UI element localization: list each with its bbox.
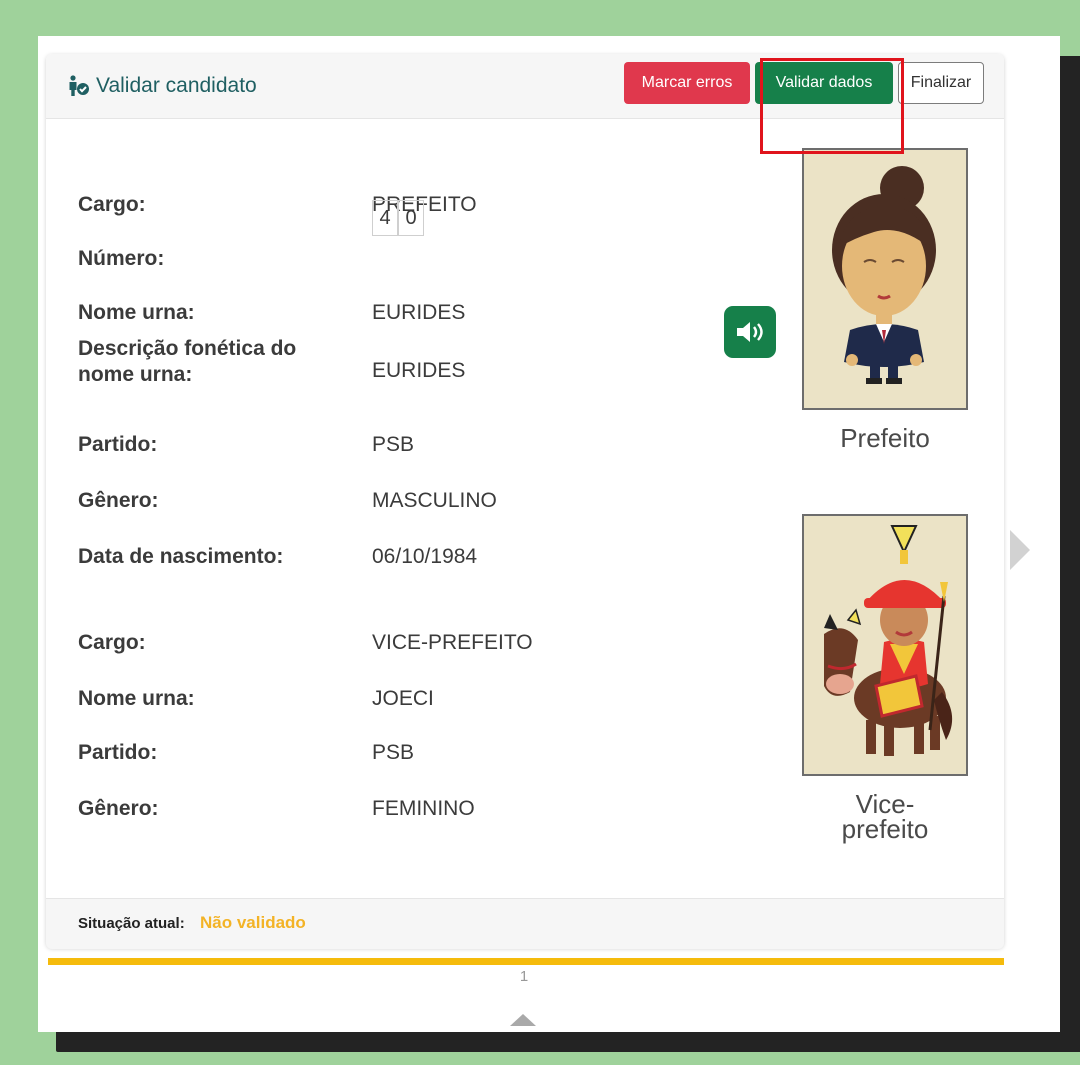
data-nascimento-value: 06/10/1984 (372, 545, 478, 568)
mayor-photo-caption: Prefeito (840, 423, 930, 453)
data-nascimento-label: Data de nascimento: (78, 545, 284, 568)
card-footer: Situação atual: Não validado (46, 898, 1004, 949)
status-label: Situação atual: (78, 915, 185, 932)
play-audio-button[interactable] (724, 306, 776, 358)
vice-nome-urna-label: Nome urna: (78, 687, 195, 710)
vice-nome-urna-value: JOECI (372, 687, 434, 710)
vice-genero-label: Gênero: (78, 797, 159, 820)
page-number[interactable]: 1 (512, 968, 536, 985)
cargo-label: Cargo: (78, 193, 146, 216)
volume-icon (737, 322, 763, 342)
mayor-avatar-illustration (804, 150, 966, 408)
page-title: Validar candidato (66, 72, 257, 100)
vice-genero-value: FEMININO (372, 797, 475, 820)
progress-bar (48, 958, 1004, 965)
nome-urna-value: EURIDES (372, 301, 466, 324)
vice-partido-value: PSB (372, 741, 415, 764)
numero-digit: 4 (372, 200, 398, 236)
page-title-text: Validar candidato (96, 74, 257, 97)
vice-caption-line2: prefeito (841, 814, 929, 844)
partido-label: Partido: (78, 433, 158, 456)
finish-button[interactable]: Finalizar (898, 62, 984, 104)
vice-partido-label: Partido: (78, 741, 158, 764)
status-badge: Não validado (200, 913, 306, 932)
descricao-fonetica-value: EURIDES (372, 359, 466, 382)
mark-errors-button[interactable]: Marcar erros (624, 62, 750, 104)
partido-value: PSB (372, 433, 415, 456)
vice-cargo-value: VICE-PREFEITO (372, 631, 533, 654)
person-check-icon (69, 75, 89, 96)
nome-urna-label: Nome urna: (78, 301, 195, 324)
vice-avatar-illustration (804, 516, 966, 774)
app-window: Validar candidato Marcar erros Validar d… (38, 36, 1060, 1032)
caret-up-icon[interactable] (510, 1014, 536, 1026)
genero-label: Gênero: (78, 489, 159, 512)
vice-photo (802, 514, 968, 776)
validate-button-highlight (760, 58, 904, 154)
vice-cargo-label: Cargo: (78, 631, 146, 654)
candidate-validation-card: Validar candidato Marcar erros Validar d… (46, 54, 1004, 949)
numero-label: Número: (78, 247, 165, 270)
vice-photo-caption: Vice- prefeito (802, 791, 968, 844)
numero-digit: 0 (398, 200, 424, 236)
descricao-fonetica-label: Descrição fonética do nome urna: (78, 337, 297, 386)
mayor-photo (802, 148, 968, 410)
chevron-right-icon[interactable] (1010, 530, 1030, 570)
genero-value: MASCULINO (372, 489, 497, 512)
